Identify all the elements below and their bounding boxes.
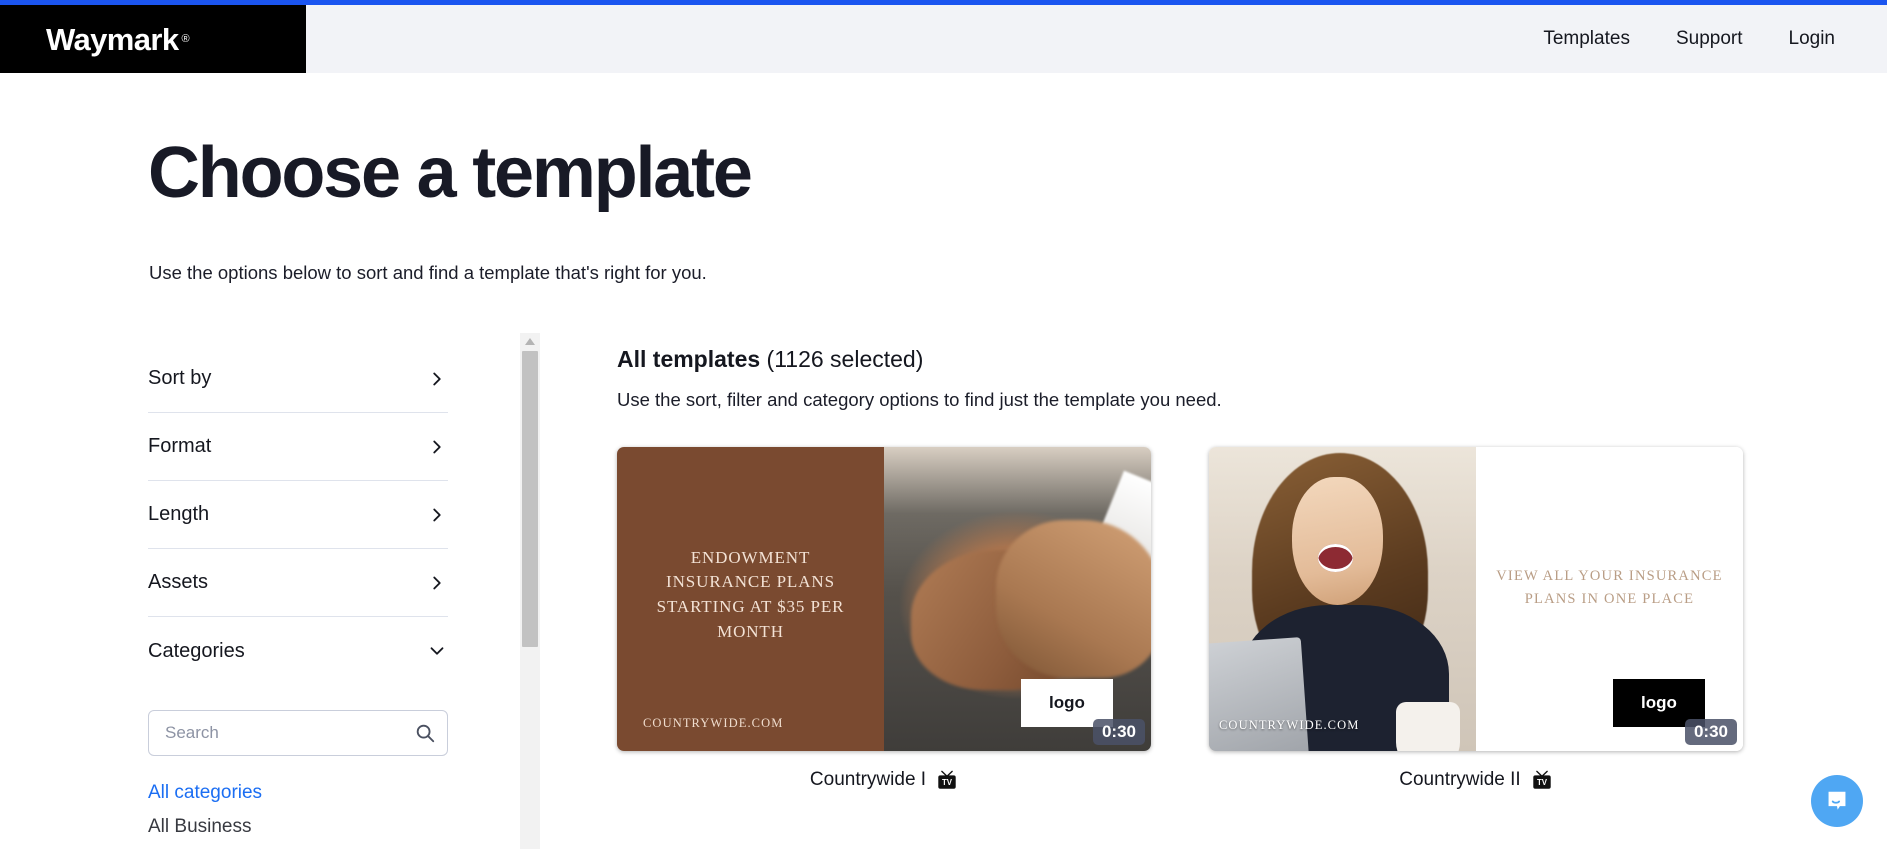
template-thumbnail[interactable]: COUNTRYWIDE.COM VIEW ALL YOUR INSURANCE …	[1209, 446, 1743, 751]
page-subtitle: Use the options below to sort and find a…	[149, 262, 707, 283]
template-thumbnail[interactable]: ENDOWMENT INSURANCE PLANS STARTING AT $3…	[617, 446, 1151, 751]
filter-label: Categories	[148, 639, 245, 662]
svg-text:TV: TV	[942, 778, 953, 787]
mouth-shape	[1318, 544, 1354, 572]
template-headline: ENDOWMENT INSURANCE PLANS STARTING AT $3…	[656, 547, 845, 641]
filter-label: Sort by	[148, 367, 212, 389]
cup-shape	[1395, 702, 1460, 751]
site-header: Waymark ® Templates Support Login	[0, 5, 1887, 73]
results-heading-count: (1126 selected)	[760, 346, 924, 372]
woman-laptop-photo: COUNTRYWIDE.COM	[1209, 446, 1476, 751]
duration-badge: 0:30	[1684, 718, 1737, 745]
search-submit-button[interactable]	[414, 722, 436, 744]
header-nav: Templates Support Login	[306, 5, 1887, 73]
template-headline: VIEW ALL YOUR INSURANCE PLANS IN ONE PLA…	[1496, 567, 1723, 607]
chat-launcher-button[interactable]	[1811, 775, 1863, 827]
scrollbar-thumb[interactable]	[522, 351, 538, 647]
waymark-logo[interactable]: Waymark ®	[0, 5, 306, 73]
filter-label: Format	[148, 435, 212, 457]
filter-length[interactable]: Length	[148, 481, 448, 549]
results-panel: All templates (1126 selected) Use the so…	[617, 345, 1817, 791]
filter-format[interactable]: Format	[148, 413, 448, 481]
chevron-right-icon	[433, 508, 441, 521]
svg-text:TV: TV	[1537, 778, 1548, 787]
nav-link-templates[interactable]: Templates	[1543, 28, 1630, 50]
filter-categories[interactable]: Categories	[148, 617, 448, 685]
filter-label: Assets	[148, 571, 209, 593]
search-input[interactable]	[148, 710, 448, 756]
chevron-right-icon	[433, 576, 441, 589]
filter-label: Length	[148, 503, 210, 525]
template-card[interactable]: COUNTRYWIDE.COM VIEW ALL YOUR INSURANCE …	[1209, 446, 1743, 791]
logo-wordmark: Waymark	[46, 21, 179, 57]
sidebar-scrollbar[interactable]	[520, 333, 540, 849]
chevron-down-icon	[430, 647, 444, 655]
template-text-panel: ENDOWMENT INSURANCE PLANS STARTING AT $3…	[617, 446, 884, 751]
category-all-business[interactable]: All Business	[148, 816, 448, 838]
filter-assets[interactable]: Assets	[148, 549, 448, 617]
template-name: Countrywide I	[809, 768, 927, 790]
registered-mark-icon: ®	[181, 33, 190, 45]
filter-sidebar: Sort by Format Length Assets Categories …	[148, 345, 448, 838]
template-caption: Countrywide I TV	[617, 769, 1151, 791]
filter-sort-by[interactable]: Sort by	[148, 345, 448, 413]
template-grid: ENDOWMENT INSURANCE PLANS STARTING AT $3…	[617, 446, 1817, 791]
chevron-right-icon	[433, 440, 441, 453]
duration-badge: 0:30	[1092, 718, 1145, 745]
results-heading-bold: All templates	[617, 346, 761, 372]
page-title: Choose a template	[148, 133, 753, 213]
scroll-up-arrow-icon[interactable]	[520, 335, 540, 348]
nav-link-login[interactable]: Login	[1789, 28, 1836, 50]
chevron-right-icon	[433, 372, 441, 385]
results-subtitle: Use the sort, filter and category option…	[617, 388, 1222, 410]
shirt-sleeve-shape	[1075, 470, 1151, 612]
template-brand-url: COUNTRYWIDE.COM	[1219, 717, 1360, 732]
search-icon	[416, 724, 435, 743]
template-name: Countrywide II	[1399, 768, 1521, 790]
tv-icon: TV	[1533, 770, 1551, 789]
results-heading: All templates (1126 selected)	[617, 345, 1817, 375]
tv-icon: TV	[938, 770, 956, 789]
category-all-categories[interactable]: All categories	[148, 782, 448, 804]
category-search	[148, 710, 448, 756]
template-caption: Countrywide II TV	[1209, 769, 1743, 791]
template-brand-url: COUNTRYWIDE.COM	[643, 715, 784, 730]
face-shape	[1291, 477, 1383, 605]
laptop-shape	[1209, 637, 1310, 751]
nav-link-support[interactable]: Support	[1676, 28, 1743, 50]
caret-up-icon	[525, 338, 535, 345]
template-card[interactable]: ENDOWMENT INSURANCE PLANS STARTING AT $3…	[617, 446, 1151, 791]
chat-bubble-icon	[1828, 791, 1846, 810]
